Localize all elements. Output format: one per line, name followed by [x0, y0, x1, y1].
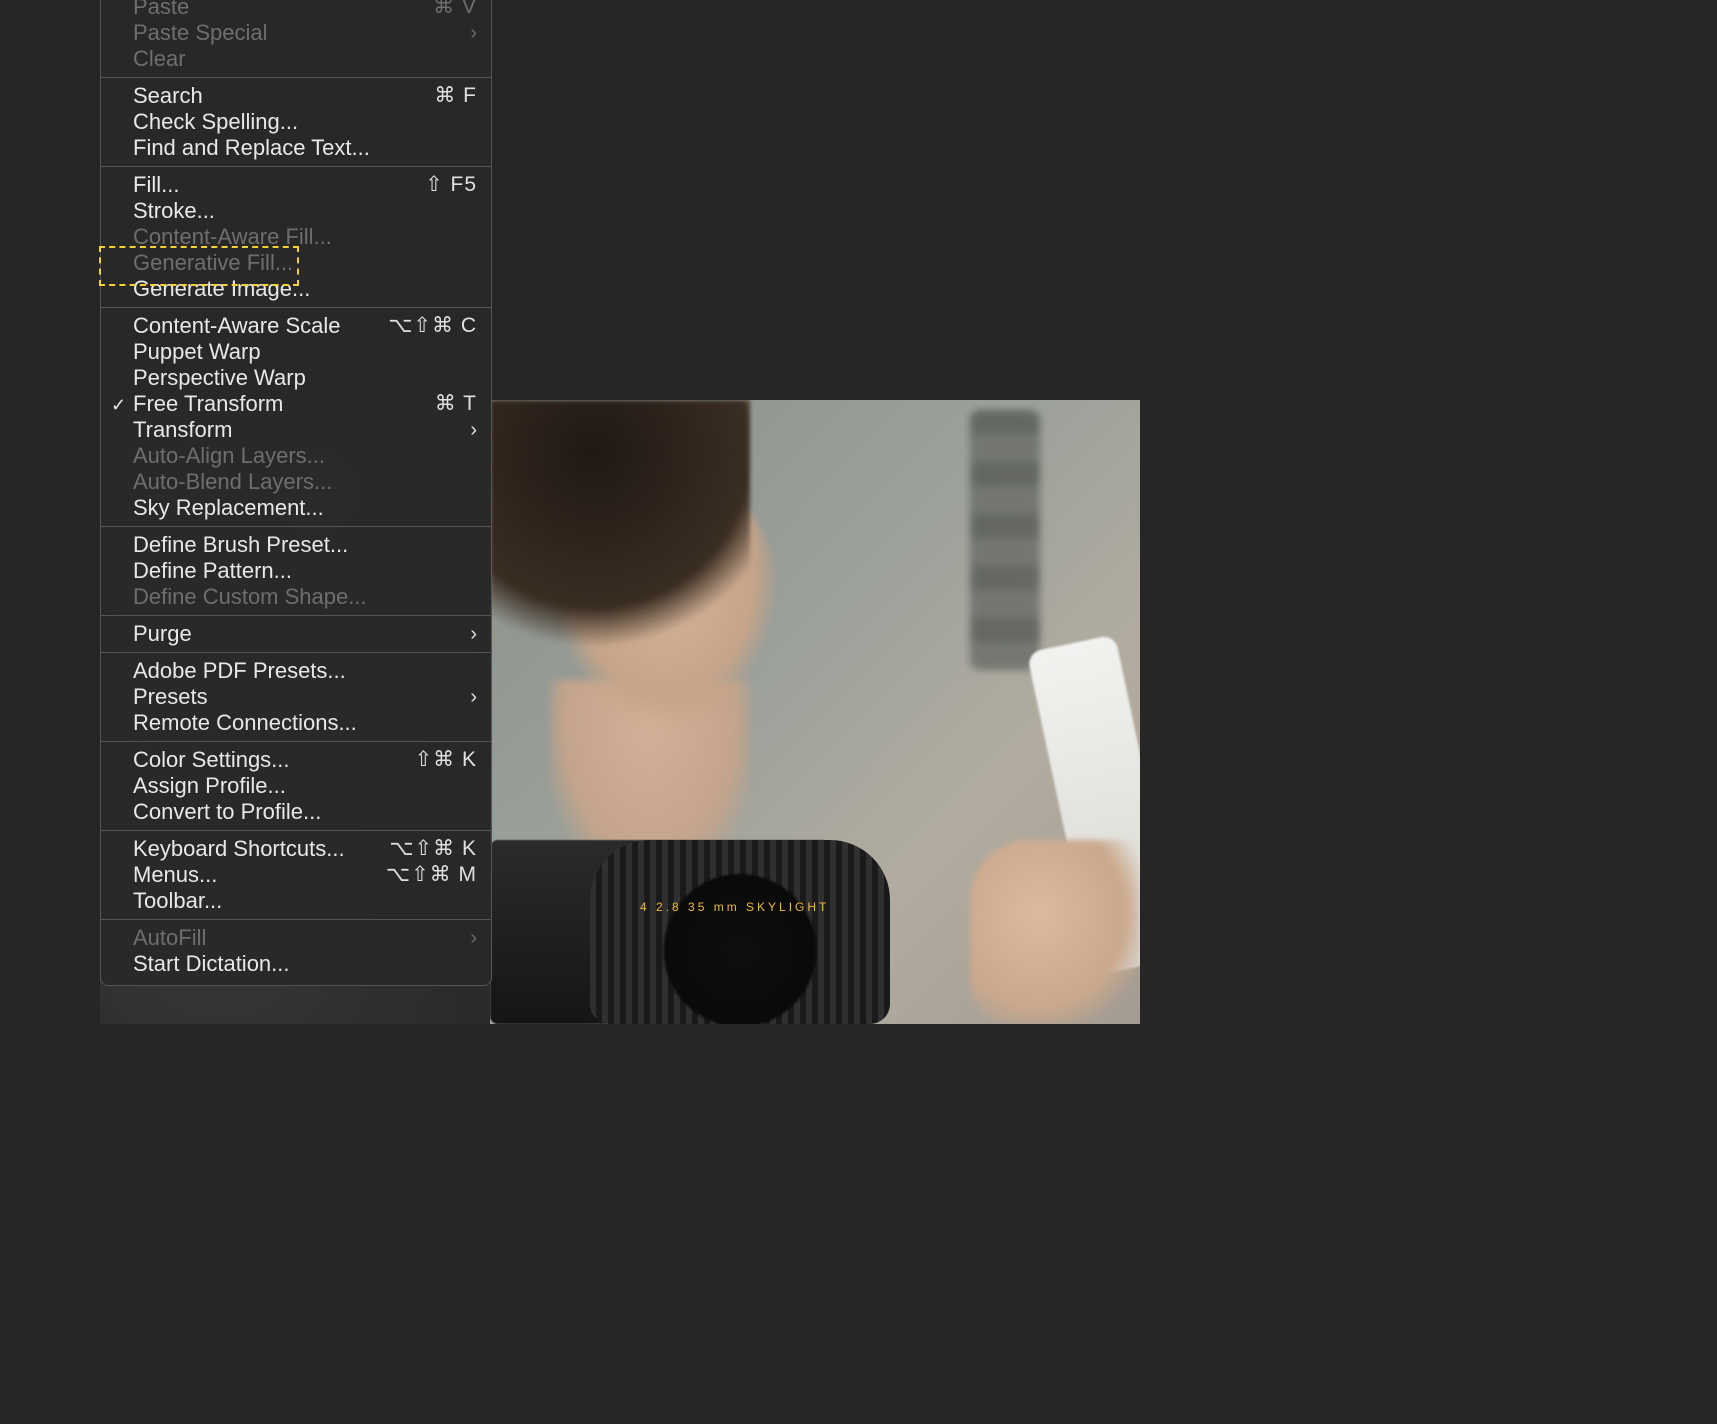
- menu-item-shortcut: ⌥⇧⌘ M: [386, 862, 477, 888]
- menu-item-label: Clear: [133, 46, 477, 72]
- photo-background-element: [970, 410, 1040, 670]
- menu-item-label: Start Dictation...: [133, 951, 477, 977]
- menu-item-label: Auto-Blend Layers...: [133, 469, 477, 495]
- menu-item-label: Keyboard Shortcuts...: [133, 836, 389, 862]
- menu-item-label: Transform: [133, 417, 470, 443]
- menu-item-label: Paste: [133, 0, 433, 20]
- check-icon: ✓: [111, 392, 126, 418]
- menu-separator: [101, 652, 491, 653]
- photo-subject-camera-lens: [590, 840, 890, 1024]
- menu-clear: Clear: [101, 46, 491, 72]
- menu-find-replace-text[interactable]: Find and Replace Text...: [101, 135, 491, 161]
- menu-item-label: Sky Replacement...: [133, 495, 477, 521]
- document-canvas-image[interactable]: 4 2.8 35 mm SKYLIGHT: [490, 400, 1140, 1024]
- photo-lens-markings: 4 2.8 35 mm SKYLIGHT: [640, 900, 880, 914]
- menu-item-label: Presets: [133, 684, 470, 710]
- chevron-right-icon: ›: [470, 20, 477, 46]
- menu-separator: [101, 919, 491, 920]
- menu-separator: [101, 526, 491, 527]
- menu-item-label: Adobe PDF Presets...: [133, 658, 477, 684]
- workspace-background: 4 2.8 35 mm SKYLIGHT Paste⌘ VPaste Speci…: [0, 0, 1717, 1424]
- menu-start-dictation[interactable]: Start Dictation...: [101, 951, 491, 977]
- menu-menus[interactable]: Menus...⌥⇧⌘ M: [101, 862, 491, 888]
- menu-separator: [101, 77, 491, 78]
- menu-separator: [101, 166, 491, 167]
- menu-generate-image[interactable]: Generate Image...: [101, 276, 491, 302]
- menu-item-label: Fill...: [133, 172, 425, 198]
- menu-item-label: Define Pattern...: [133, 558, 477, 584]
- menu-item-shortcut: ⌘ T: [435, 391, 477, 417]
- menu-item-shortcut: ⇧ F5: [425, 172, 477, 198]
- menu-separator: [101, 615, 491, 616]
- menu-item-label: Content-Aware Scale: [133, 313, 388, 339]
- menu-item-label: Convert to Profile...: [133, 799, 477, 825]
- menu-content-aware-scale[interactable]: Content-Aware Scale⌥⇧⌘ C: [101, 313, 491, 339]
- menu-define-pattern[interactable]: Define Pattern...: [101, 558, 491, 584]
- menu-separator: [101, 307, 491, 308]
- edit-menu-dropdown[interactable]: Paste⌘ VPaste Special›ClearSearch⌘ FChec…: [100, 0, 492, 986]
- menu-define-brush-preset[interactable]: Define Brush Preset...: [101, 532, 491, 558]
- menu-item-label: Assign Profile...: [133, 773, 477, 799]
- chevron-right-icon: ›: [470, 621, 477, 647]
- menu-item-label: Menus...: [133, 862, 386, 888]
- menu-item-shortcut: ⇧⌘ K: [415, 747, 477, 773]
- menu-item-label: Puppet Warp: [133, 339, 477, 365]
- menu-item-shortcut: ⌘ V: [433, 0, 477, 20]
- menu-remote-connections[interactable]: Remote Connections...: [101, 710, 491, 736]
- menu-item-label: Generate Image...: [133, 276, 477, 302]
- chevron-right-icon: ›: [470, 684, 477, 710]
- menu-convert-to-profile[interactable]: Convert to Profile...: [101, 799, 491, 825]
- menu-item-label: Find and Replace Text...: [133, 135, 477, 161]
- menu-color-settings[interactable]: Color Settings...⇧⌘ K: [101, 747, 491, 773]
- menu-item-label: Search: [133, 83, 434, 109]
- menu-search[interactable]: Search⌘ F: [101, 83, 491, 109]
- menu-separator: [101, 830, 491, 831]
- menu-stroke[interactable]: Stroke...: [101, 198, 491, 224]
- menu-purge[interactable]: Purge›: [101, 621, 491, 647]
- menu-assign-profile[interactable]: Assign Profile...: [101, 773, 491, 799]
- chevron-right-icon: ›: [470, 417, 477, 443]
- menu-item-label: Auto-Align Layers...: [133, 443, 477, 469]
- menu-item-label: Remote Connections...: [133, 710, 477, 736]
- menu-item-label: Content-Aware Fill...: [133, 224, 477, 250]
- menu-sky-replacement[interactable]: Sky Replacement...: [101, 495, 491, 521]
- menu-item-label: Free Transform: [133, 391, 435, 417]
- menu-paste-special: Paste Special›: [101, 20, 491, 46]
- menu-keyboard-shortcuts[interactable]: Keyboard Shortcuts...⌥⇧⌘ K: [101, 836, 491, 862]
- menu-item-label: Stroke...: [133, 198, 477, 224]
- menu-puppet-warp[interactable]: Puppet Warp: [101, 339, 491, 365]
- menu-item-label: Purge: [133, 621, 470, 647]
- menu-fill[interactable]: Fill...⇧ F5: [101, 172, 491, 198]
- menu-paste: Paste⌘ V: [101, 0, 491, 20]
- menu-autofill: AutoFill›: [101, 925, 491, 951]
- menu-auto-align-layers: Auto-Align Layers...: [101, 443, 491, 469]
- menu-free-transform[interactable]: ✓ Free Transform⌘ T: [101, 391, 491, 417]
- menu-item-label: Paste Special: [133, 20, 470, 46]
- photo-subject-hair: [490, 400, 750, 660]
- menu-perspective-warp[interactable]: Perspective Warp: [101, 365, 491, 391]
- menu-content-aware-fill: Content-Aware Fill...: [101, 224, 491, 250]
- menu-item-shortcut: ⌘ F: [434, 83, 477, 109]
- photo-subject-hand: [970, 840, 1140, 1024]
- menu-transform[interactable]: Transform›: [101, 417, 491, 443]
- menu-adobe-pdf-presets[interactable]: Adobe PDF Presets...: [101, 658, 491, 684]
- menu-item-label: Define Brush Preset...: [133, 532, 477, 558]
- menu-item-label: Define Custom Shape...: [133, 584, 477, 610]
- menu-toolbar[interactable]: Toolbar...: [101, 888, 491, 914]
- chevron-right-icon: ›: [470, 925, 477, 951]
- menu-item-label: AutoFill: [133, 925, 470, 951]
- menu-item-shortcut: ⌥⇧⌘ K: [389, 836, 477, 862]
- menu-item-label: Generative Fill...: [133, 250, 477, 276]
- menu-define-custom-shape: Define Custom Shape...: [101, 584, 491, 610]
- menu-presets[interactable]: Presets›: [101, 684, 491, 710]
- menu-item-label: Toolbar...: [133, 888, 477, 914]
- menu-item-label: Color Settings...: [133, 747, 415, 773]
- menu-item-label: Perspective Warp: [133, 365, 477, 391]
- menu-check-spelling[interactable]: Check Spelling...: [101, 109, 491, 135]
- menu-separator: [101, 741, 491, 742]
- menu-item-shortcut: ⌥⇧⌘ C: [388, 313, 477, 339]
- menu-generative-fill: Generative Fill...: [101, 250, 491, 276]
- menu-auto-blend-layers: Auto-Blend Layers...: [101, 469, 491, 495]
- menu-item-label: Check Spelling...: [133, 109, 477, 135]
